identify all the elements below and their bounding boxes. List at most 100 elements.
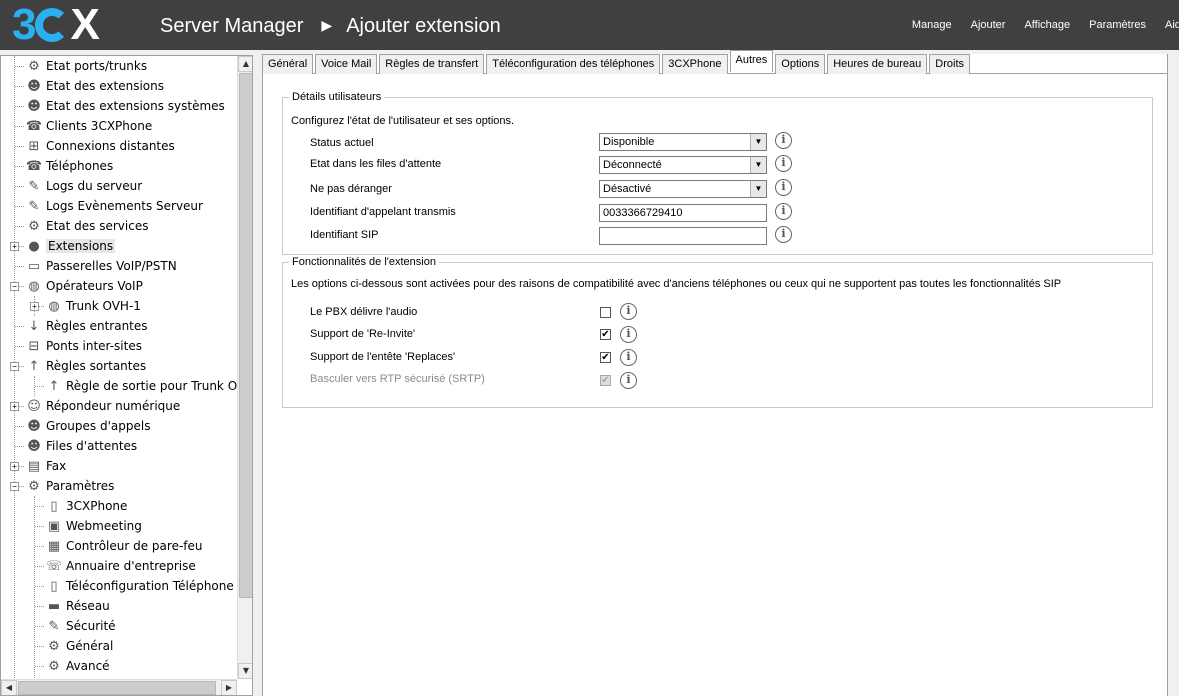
info-icon[interactable]: i	[620, 326, 637, 343]
expand-icon[interactable]: +	[30, 302, 39, 311]
sidebar-item[interactable]: ⚙ Paramètres	[25, 476, 114, 496]
sidebar-item[interactable]: ▬ Réseau	[45, 596, 110, 616]
sidebar-item[interactable]: ☻ Files d'attentes	[25, 436, 137, 456]
app-window: 3X Server Manager ▶ Ajouter extension Mana…	[0, 0, 1179, 696]
menu-parametres[interactable]: Paramètres	[1089, 19, 1146, 31]
sidebar-item[interactable]: ▯ 3CXPhone	[45, 496, 127, 516]
sidebar-item[interactable]: ✎ Logs Evènements Serveur	[25, 196, 203, 216]
info-icon[interactable]: i	[620, 349, 637, 366]
sip-id-input[interactable]	[599, 227, 767, 245]
info-icon[interactable]: i	[775, 203, 792, 220]
collapse-icon[interactable]: −	[10, 362, 19, 371]
sidebar-item[interactable]: ⚙ Etat des services	[25, 216, 148, 236]
sidebar-item-label: Fax	[46, 459, 67, 473]
info-icon[interactable]: i	[620, 303, 637, 320]
info-icon[interactable]: i	[775, 226, 792, 243]
sidebar-item-label: Règles sortantes	[46, 359, 147, 373]
expand-icon[interactable]: +	[10, 402, 19, 411]
tab-rights[interactable]: Droits	[929, 54, 971, 74]
horizontal-scrollbar[interactable]: ◀ ▶	[1, 679, 237, 695]
sidebar-item[interactable]: ▦ Contrôleur de pare-feu	[45, 536, 203, 556]
dnd-select[interactable]: Désactivé ▼	[599, 180, 767, 198]
sidebar-item[interactable]: ☻ Etat des extensions	[25, 76, 164, 96]
sidebar-item[interactable]: ● Extensions	[25, 236, 116, 256]
tab-forwarding-rules[interactable]: Règles de transfert	[379, 54, 485, 74]
sidebar-item[interactable]: ▣ Webmeeting	[45, 516, 142, 536]
sidebar-item[interactable]: ☎ Téléphones	[25, 156, 113, 176]
sip-id-label: Identifiant SIP	[310, 229, 379, 241]
info-icon[interactable]: i	[775, 132, 792, 149]
info-icon[interactable]: i	[620, 372, 637, 389]
firewall-icon: ▦	[47, 538, 61, 554]
reinvite-label: Support de 'Re-Invite'	[310, 328, 416, 340]
info-icon[interactable]: i	[775, 179, 792, 196]
event-log-icon: ✎	[28, 198, 40, 214]
sidebar-item-label: Groupes d'appels	[46, 419, 151, 433]
sidebar-item[interactable]: ↓ Règles entrantes	[25, 316, 148, 336]
sidebar-item[interactable]: ☎ Clients 3CXPhone	[25, 116, 152, 136]
tab-options[interactable]: Options	[775, 54, 826, 74]
sidebar-item[interactable]: ◍ Trunk OVH-1	[45, 296, 141, 316]
collapse-icon[interactable]: −	[10, 282, 19, 291]
sidebar-item[interactable]: ▯ Téléconfiguration Téléphone	[45, 576, 234, 596]
menu-manage[interactable]: Manage	[912, 19, 952, 31]
sidebar-item[interactable]: ↑ Règles sortantes	[25, 356, 147, 376]
tab-autres[interactable]: Autres	[729, 50, 774, 72]
tab-office-hours[interactable]: Heures de bureau	[827, 54, 928, 74]
scroll-up-button[interactable]: ▲	[238, 56, 252, 72]
info-icon[interactable]: i	[775, 155, 792, 172]
menu-affichage[interactable]: Affichage	[1024, 19, 1070, 31]
sidebar-item[interactable]: ⊞ Connexions distantes	[25, 136, 175, 156]
sidebar-item[interactable]: ▭ Passerelles VoIP/PSTN	[25, 256, 177, 276]
scroll-thumb[interactable]	[239, 73, 252, 598]
chevron-down-icon[interactable]: ▼	[750, 181, 766, 197]
tab-general[interactable]: Général	[262, 54, 314, 74]
queue-status-select[interactable]: Déconnecté ▼	[599, 156, 767, 174]
status-label: Status actuel	[310, 137, 374, 149]
caller-id-input[interactable]: 0033366729410	[599, 204, 767, 222]
collapse-icon[interactable]: −	[10, 482, 19, 491]
expand-icon[interactable]: +	[10, 462, 19, 471]
menu-ajouter[interactable]: Ajouter	[971, 19, 1006, 31]
queue-icon: ☻	[27, 438, 41, 454]
sidebar-item-label: Etat des extensions systèmes	[46, 99, 225, 113]
clients-icon: ☎	[25, 118, 43, 134]
sidebar-item[interactable]: ✎ Logs du serveur	[25, 176, 143, 196]
sidebar-item[interactable]: ⚙ Etat ports/trunks	[25, 56, 147, 76]
reinvite-checkbox[interactable]: ✔	[600, 329, 611, 340]
sidebar-item[interactable]: ☏ Annuaire d'entreprise	[45, 556, 196, 576]
tab-phone-provisioning[interactable]: Téléconfiguration des téléphones	[486, 54, 661, 74]
network-card-icon: ▬	[47, 598, 61, 614]
sidebar-item[interactable]: ☻ Groupes d'appels	[25, 416, 150, 436]
replaces-checkbox[interactable]: ✔	[600, 352, 611, 363]
pbx-audio-checkbox[interactable]	[600, 307, 611, 318]
hscroll-thumb[interactable]	[18, 681, 216, 695]
chevron-down-icon[interactable]: ▼	[750, 157, 766, 173]
tab-voice-mail[interactable]: Voice Mail	[315, 54, 378, 74]
scroll-down-button[interactable]: ▼	[238, 663, 252, 679]
sidebar-item[interactable]: ☺ Répondeur numérique	[25, 396, 180, 416]
sidebar-item[interactable]: ⊟ Ponts inter-sites	[25, 336, 142, 356]
sidebar-item[interactable]: ⚙ Avancé	[45, 656, 109, 676]
caller-id-label: Identifiant d'appelant transmis	[310, 206, 456, 218]
sidebar-item[interactable]: ▤ Fax	[25, 456, 66, 476]
scroll-left-button[interactable]: ◀	[1, 680, 17, 695]
scroll-right-button[interactable]: ▶	[221, 680, 237, 695]
sidebar-item[interactable]: ☻ Etat des extensions systèmes	[25, 96, 225, 116]
menu-aide[interactable]: Aide	[1165, 19, 1179, 31]
sidebar-item-label: Annuaire d'entreprise	[66, 559, 196, 573]
sidebar-item[interactable]: ◍ Opérateurs VoIP	[25, 276, 143, 296]
sidebar-item[interactable]: ⚙ Général	[45, 636, 113, 656]
vertical-scrollbar[interactable]: ▲ ▼	[237, 56, 252, 679]
sidebar-item-label: Téléphones	[46, 159, 114, 173]
expand-icon[interactable]: +	[10, 242, 19, 251]
sidebar-item-label: Clients 3CXPhone	[46, 119, 153, 133]
window-edge	[1168, 54, 1179, 696]
status-select[interactable]: Disponible ▼	[599, 133, 767, 151]
sidebar-item-label: Téléconfiguration Téléphone	[66, 579, 234, 593]
network-icon: ⊞	[28, 138, 40, 154]
tab-3cxphone[interactable]: 3CXPhone	[662, 54, 728, 74]
sidebar-item[interactable]: ↑ Règle de sortie pour Trunk O	[45, 376, 238, 396]
chevron-down-icon[interactable]: ▼	[750, 134, 766, 150]
sidebar-item[interactable]: ✎ Sécurité	[45, 616, 116, 636]
